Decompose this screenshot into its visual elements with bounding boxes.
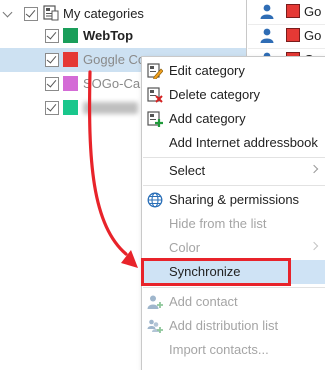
annotation-arrow-icon [87, 70, 138, 268]
